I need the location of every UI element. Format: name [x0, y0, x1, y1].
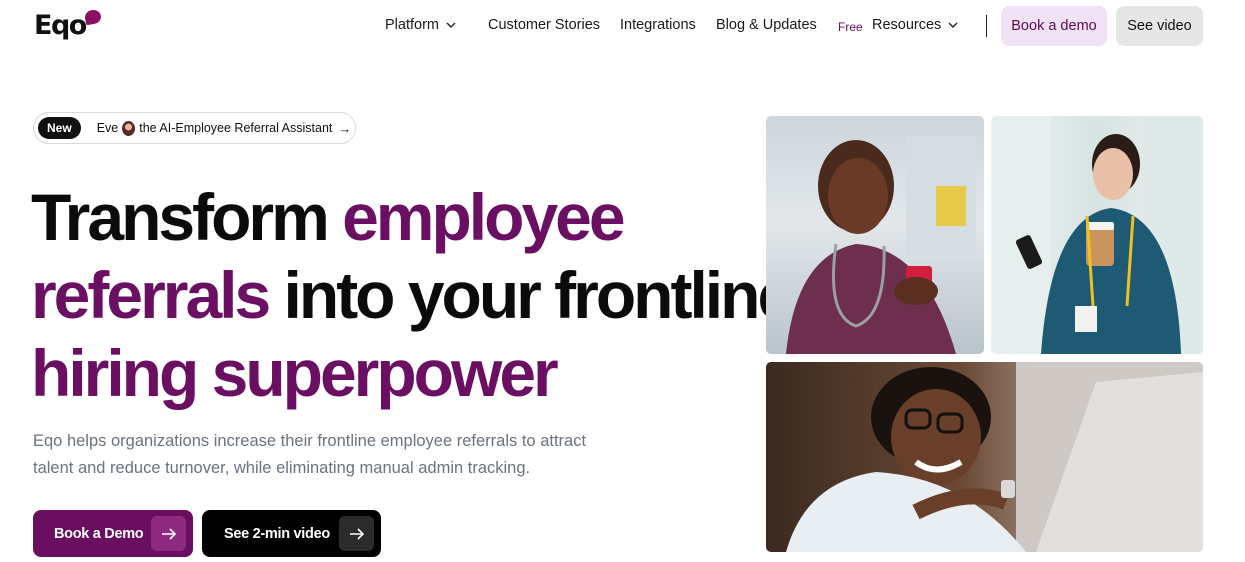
- free-tag: Free: [838, 20, 863, 34]
- hero-subtext: Eqo helps organizations increase their f…: [33, 432, 587, 477]
- top-navigation: Eqo Platform Customer Stories Integratio…: [0, 0, 1245, 54]
- see-video-button[interactable]: See 2-min video: [202, 510, 381, 557]
- hero-headline: Transform employee referrals into your f…: [31, 178, 794, 412]
- headline-referrals: referrals: [31, 258, 271, 332]
- book-demo-button[interactable]: Book a Demo: [33, 510, 193, 557]
- headline-superpower: hiring superpower: [31, 336, 559, 410]
- headline-into-frontline: into your frontline: [268, 258, 795, 332]
- arrow-right-icon: [151, 516, 186, 551]
- headline-employee: employee: [342, 180, 625, 254]
- announcement-description: the AI-Employee Referral Assistant: [139, 121, 333, 135]
- nav-customer-stories[interactable]: Customer Stories: [488, 17, 600, 33]
- announcement-text: Eve the AI-Employee Referral Assistant →: [96, 120, 352, 136]
- arrow-right-icon: →: [338, 120, 352, 136]
- nav-integrations[interactable]: Integrations: [620, 17, 696, 33]
- announcement-pill[interactable]: New Eve the AI-Employee Referral Assista…: [33, 112, 356, 144]
- book-demo-nav-button[interactable]: Book a demo: [1001, 6, 1107, 46]
- nurse-with-coffee-photo: [991, 116, 1203, 354]
- see-video-nav-button[interactable]: See video: [1116, 6, 1203, 46]
- smiling-nurse-laptop-photo: [766, 362, 1203, 552]
- arrow-right-icon: [339, 516, 374, 551]
- chevron-down-icon: [948, 22, 958, 28]
- nav-resources[interactable]: Resources: [872, 17, 959, 33]
- new-badge: New: [38, 117, 81, 139]
- nav-platform[interactable]: Platform: [385, 17, 457, 33]
- eqo-logo[interactable]: Eqo: [34, 8, 104, 44]
- eve-avatar-icon: [122, 120, 136, 136]
- eve-name: Eve: [96, 121, 119, 135]
- logo-dot-icon: [83, 8, 103, 26]
- chevron-down-icon: [446, 22, 456, 28]
- nav-blog-updates[interactable]: Blog & Updates: [716, 17, 817, 33]
- headline-transform: Transform: [31, 180, 343, 254]
- nurse-with-phone-photo: [766, 116, 984, 354]
- book-demo-label: Book a Demo: [54, 525, 144, 542]
- logo-wordmark: Eqo: [34, 10, 87, 41]
- nav-platform-label: Platform: [385, 17, 439, 33]
- see-video-label: See 2-min video: [224, 525, 330, 542]
- nav-resources-label: Resources: [872, 17, 942, 33]
- nav-divider: [986, 15, 987, 37]
